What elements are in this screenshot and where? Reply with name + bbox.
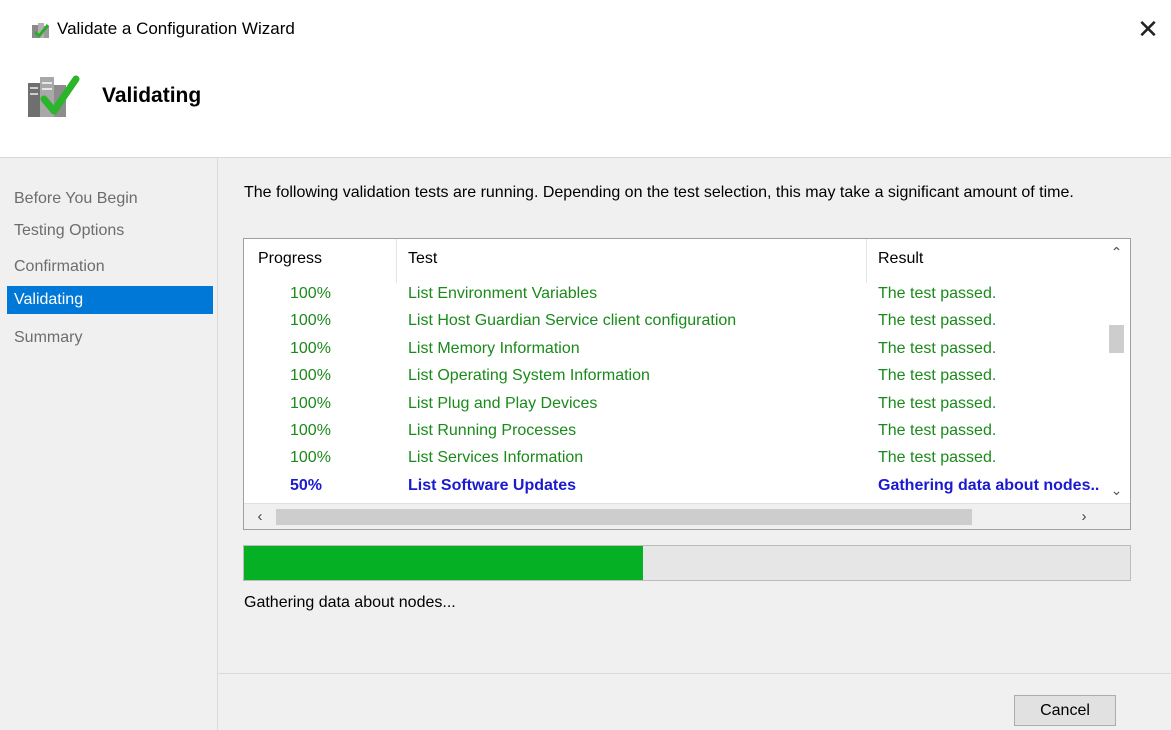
- column-header-test[interactable]: Test: [408, 239, 438, 279]
- title-bar: Validate a Configuration Wizard ✕: [0, 0, 1171, 60]
- scroll-up-arrow-icon[interactable]: ⌃: [1103, 241, 1130, 263]
- sidebar-item-summary[interactable]: Summary: [7, 324, 213, 352]
- row-progress: 50%: [290, 476, 323, 494]
- horizontal-scrollbar[interactable]: ‹ ›: [244, 503, 1130, 529]
- vertical-scrollbar[interactable]: ⌃ ⌄: [1103, 239, 1130, 503]
- sidebar-item-confirmation[interactable]: Confirmation: [7, 253, 213, 281]
- validate-server-check-icon: [28, 75, 80, 117]
- intro-text: The following validation tests are runni…: [244, 184, 1074, 201]
- row-progress: 100%: [290, 339, 331, 357]
- row-result: The test passed.: [878, 449, 997, 467]
- column-header-result[interactable]: Result: [878, 239, 924, 279]
- window-title: Validate a Configuration Wizard: [57, 19, 295, 38]
- column-divider[interactable]: [396, 239, 397, 283]
- row-progress: 100%: [290, 312, 331, 330]
- test-list[interactable]: Progress Test Result 100% List Environmen…: [243, 238, 1131, 530]
- row-result: The test passed.: [878, 285, 997, 302]
- close-button[interactable]: ✕: [1125, 10, 1171, 50]
- row-test-name: List Memory Information: [408, 339, 580, 357]
- table-row[interactable]: 100% List Operating System Information The…: [244, 362, 1104, 389]
- footer-divider: [218, 673, 1171, 674]
- row-result: The test passed.: [878, 312, 997, 330]
- close-icon: ✕: [1137, 15, 1159, 45]
- row-progress: 100%: [290, 367, 331, 385]
- table-row[interactable]: 100% List Memory Information The test pass…: [244, 335, 1104, 362]
- column-header-progress[interactable]: Progress: [258, 239, 323, 279]
- overall-progress-bar: [243, 545, 1131, 581]
- row-progress: 100%: [290, 422, 331, 439]
- scroll-left-arrow-icon[interactable]: ‹: [248, 504, 272, 529]
- row-progress: 100%: [290, 285, 331, 302]
- content-panel: The following validation tests are runni…: [217, 157, 1171, 730]
- wizard-steps-sidebar: Before You Begin Testing Options Confirm…: [0, 157, 217, 730]
- table-row[interactable]: 100% List Host Guardian Service client co…: [244, 307, 1104, 334]
- row-result: The test passed.: [878, 422, 997, 439]
- horizontal-scroll-thumb[interactable]: [276, 509, 972, 525]
- sidebar-item-testing-options[interactable]: Testing Options: [7, 217, 213, 245]
- row-result: Gathering data about nodes...: [878, 476, 1100, 494]
- row-progress: 100%: [290, 394, 331, 412]
- row-result: The test passed.: [878, 394, 997, 412]
- row-test-name: List Software Updates: [408, 476, 577, 494]
- row-result: The test passed.: [878, 339, 997, 357]
- table-row[interactable]: 50% List Software Updates Gathering data a…: [244, 472, 1104, 499]
- row-test-name: List Plug and Play Devices: [408, 394, 598, 412]
- table-row[interactable]: 100% List Plug and Play Devices The test p…: [244, 390, 1104, 417]
- row-test-name: List Operating System Information: [408, 367, 650, 385]
- row-progress: 100%: [290, 449, 331, 467]
- progress-fill: [244, 546, 643, 580]
- row-test-name: List Services Information: [408, 449, 584, 467]
- scroll-corner: [1103, 504, 1130, 529]
- sidebar-item-before-you-begin[interactable]: Before You Begin: [7, 185, 213, 213]
- scroll-right-arrow-icon[interactable]: ›: [1072, 504, 1096, 529]
- table-row[interactable]: 100% List Environment Variables The test p…: [244, 280, 1104, 307]
- page-title: Validating: [102, 84, 202, 107]
- row-test-name: List Running Processes: [408, 422, 577, 439]
- table-row[interactable]: 100% List Running Processes The test passe…: [244, 417, 1104, 444]
- vertical-scroll-thumb[interactable]: [1109, 325, 1124, 353]
- row-test-name: List Environment Variables: [408, 285, 598, 302]
- column-divider[interactable]: [866, 239, 867, 283]
- sidebar-item-validating[interactable]: Validating: [7, 286, 213, 314]
- cancel-button[interactable]: Cancel: [1014, 695, 1116, 726]
- wizard-icon: [32, 23, 50, 39]
- scroll-down-arrow-icon[interactable]: ⌄: [1103, 479, 1130, 501]
- status-text: Gathering data about nodes...: [244, 594, 456, 611]
- table-row[interactable]: 100% List Services Information The test pa…: [244, 444, 1104, 471]
- row-result: The test passed.: [878, 367, 997, 385]
- row-test-name: List Host Guardian Service client config…: [408, 312, 737, 330]
